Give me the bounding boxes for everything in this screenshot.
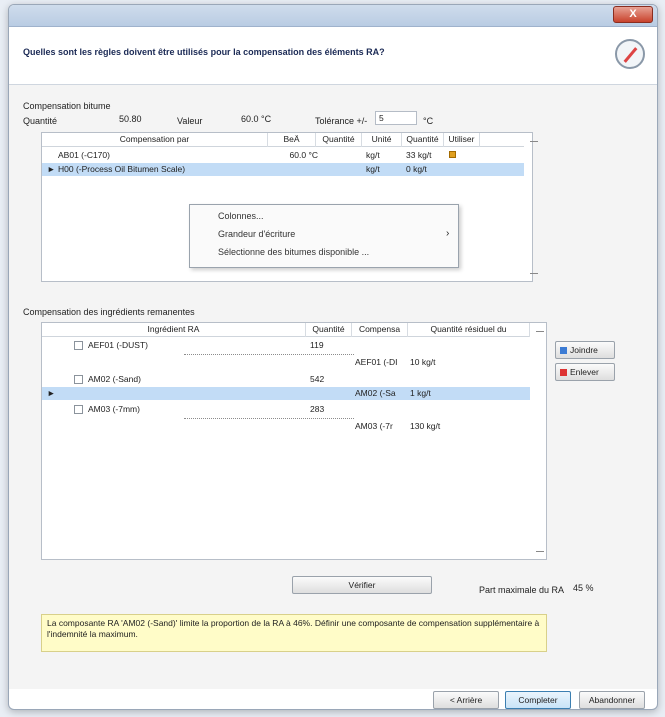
scroll-top-marker [536,331,544,332]
ingredient-name: AM02 (-Sand) [88,374,141,384]
col-quantite-2[interactable]: Quantité [402,133,444,147]
enlever-button[interactable]: Enlever [555,363,615,381]
ingredient-row[interactable]: AM02 (-Sand) 542 [42,373,530,386]
ingredient-quantite: 283 [310,404,325,414]
dialog-question: Quelles sont les règles doivent être uti… [23,47,385,57]
menu-item-colonnes[interactable]: Colonnes... [218,211,264,221]
bitume-row[interactable]: AB01 (-C170) 60.0 °C kg/t 33 kg/t [42,149,524,162]
col-utiliser[interactable]: Utiliser [444,133,480,147]
tree-connector [184,354,354,355]
submenu-arrow-icon: › [446,228,450,239]
ingredients-section-title: Compensation des ingrédients remanentes [23,307,195,317]
bitume-grid-header: Compensation par BeÄ Quantité Unité Quan… [42,133,524,147]
pencil-icon[interactable] [449,151,456,158]
complete-button[interactable]: Completer [505,691,571,709]
ingredient-name: AM03 (-7mm) [88,404,140,414]
part-maximale-label: Part maximale du RA [479,585,565,595]
expand-checkbox[interactable] [74,375,83,384]
ingredient-row[interactable]: AEF01 (-DUST) 119 [42,339,530,352]
bitume-row-selected[interactable]: ► H00 (-Process Oil Bitumen Scale) kg/t … [42,163,524,176]
residual-quantity: 10 kg/t [410,357,436,367]
cancel-button[interactable]: Abandonner [579,691,645,709]
tree-connector [184,418,354,419]
col-unite[interactable]: Unité [362,133,402,147]
dialog-header: Quelles sont les règles doivent être uti… [9,27,657,85]
context-menu: Colonnes... Grandeur d'écriture › Sélect… [189,204,459,268]
scroll-bottom-marker [536,551,544,552]
back-button[interactable]: < Arrière [433,691,499,709]
row-marker-arrow: ► [47,388,56,398]
joindre-icon [560,347,567,354]
close-button[interactable]: X [613,6,653,23]
ingredient-name: AEF01 (-DUST) [88,340,148,350]
enlever-icon [560,369,567,376]
joindre-button[interactable]: Joindre [555,341,615,359]
compensation-name: AM02 (-Sa [355,388,396,398]
info-message: La composante RA 'AM02 (-Sand)' limite l… [41,614,547,652]
bitume-row-name: AB01 (-C170) [58,150,110,160]
ingredient-compensation-row[interactable]: AEF01 (-DI 10 kg/t [42,356,530,369]
tolerance-unit: °C [423,116,434,126]
ingredients-grid-header: Ingrédient RA Quantité Compensa Quantité… [42,323,530,337]
enlever-label: Enlever [570,367,599,377]
compensation-name: AEF01 (-DI [355,357,398,367]
bitume-row-quantite: 33 kg/t [406,150,432,160]
scroll-top-marker [530,141,538,142]
ingredient-compensation-row-selected[interactable]: ► AM02 (-Sa 1 kg/t [42,387,530,400]
tolerance-label: Tolérance +/- [315,116,368,126]
col-ing-quantite[interactable]: Quantité [306,323,352,337]
bitume-row-quantite: 0 kg/t [406,164,427,174]
ingredient-quantite: 119 [310,340,324,350]
expand-checkbox[interactable] [74,341,83,350]
bitume-row-name: H00 (-Process Oil Bitumen Scale) [58,164,186,174]
valeur-value: 60.0 °C [241,114,272,124]
tolerance-input[interactable]: 5 [375,111,417,125]
ingredient-quantite: 542 [310,374,325,384]
expand-checkbox[interactable] [74,405,83,414]
row-marker-arrow: ► [47,164,56,174]
compensation-name: AM03 (-7r [355,421,393,431]
col-compensa[interactable]: Compensa [352,323,408,337]
col-compensation-par[interactable]: Compensation par [42,133,268,147]
bitume-row-bea: 60.0 °C [289,150,318,160]
residual-quantity: 1 kg/t [410,388,431,398]
dialog-window: X Quelles sont les règles doivent être u… [8,4,658,710]
col-quantite[interactable]: Quantité [316,133,362,147]
verifier-button[interactable]: Vérifier [292,576,432,594]
ingredient-row[interactable]: AM03 (-7mm) 283 [42,403,530,416]
ingredients-grid[interactable]: Ingrédient RA Quantité Compensa Quantité… [41,322,547,560]
bitume-row-unite: kg/t [366,150,380,160]
quantite-label: Quantité [23,116,58,126]
menu-item-selection-bitumes[interactable]: Sélectionne des bitumes disponible ... [218,247,369,257]
ingredient-compensation-row[interactable]: AM03 (-7r 130 kg/t [42,420,530,433]
bitume-row-unite: kg/t [366,164,380,174]
valeur-label: Valeur [177,116,203,126]
menu-item-grandeur-ecriture[interactable]: Grandeur d'écriture [218,229,295,239]
quantite-value: 50.80 [119,114,142,124]
residual-quantity: 130 kg/t [410,421,441,431]
col-ingredient-ra[interactable]: Ingrédient RA [42,323,306,337]
title-bar: X [9,5,657,27]
bitume-section-title: Compensation bitume [23,101,111,111]
col-quantite-residuel[interactable]: Quantité résiduel du [408,323,530,337]
dialog-body: Compensation bitume Quantité 50.80 Valeu… [9,85,657,689]
col-bea[interactable]: BeÄ [268,133,316,147]
joindre-label: Joindre [570,345,598,355]
part-maximale-value: 45 % [573,583,594,593]
scroll-bottom-marker [530,273,538,274]
wizard-gauge-icon [615,39,645,69]
